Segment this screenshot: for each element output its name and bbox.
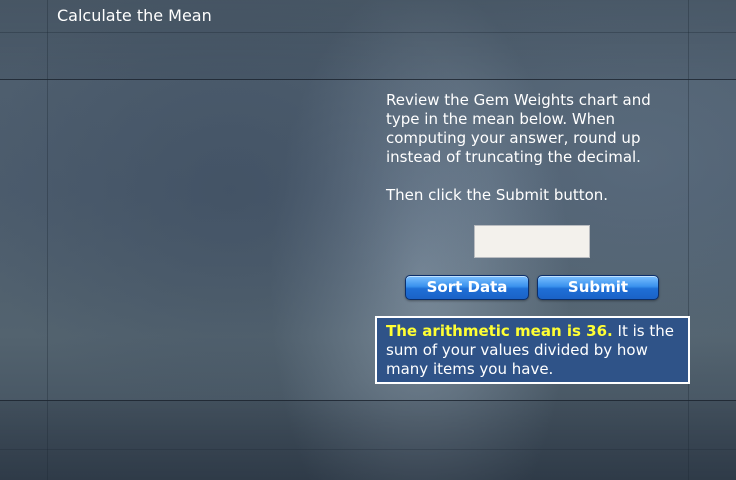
footer-band <box>0 400 736 480</box>
mean-answer-input[interactable] <box>474 225 590 258</box>
activity-stage: Calculate the Mean Review the Gem Weight… <box>0 0 736 480</box>
submit-button[interactable]: Submit <box>537 275 659 300</box>
feedback-highlight: The arithmetic mean is 36. <box>386 322 613 340</box>
page-title: Calculate the Mean <box>57 6 212 25</box>
feedback-box: The arithmetic mean is 36. It is the sum… <box>375 316 690 384</box>
left-guide-line <box>47 0 48 480</box>
submit-instruction-text: Then click the Submit button. <box>386 186 609 204</box>
sort-data-button[interactable]: Sort Data <box>405 275 529 300</box>
instructions-panel: Review the Gem Weights chart and type in… <box>386 91 676 205</box>
footer-divider <box>0 449 736 450</box>
right-guide-line <box>688 0 689 480</box>
instructions-text: Review the Gem Weights chart and type in… <box>386 91 651 166</box>
header-divider <box>0 32 736 33</box>
